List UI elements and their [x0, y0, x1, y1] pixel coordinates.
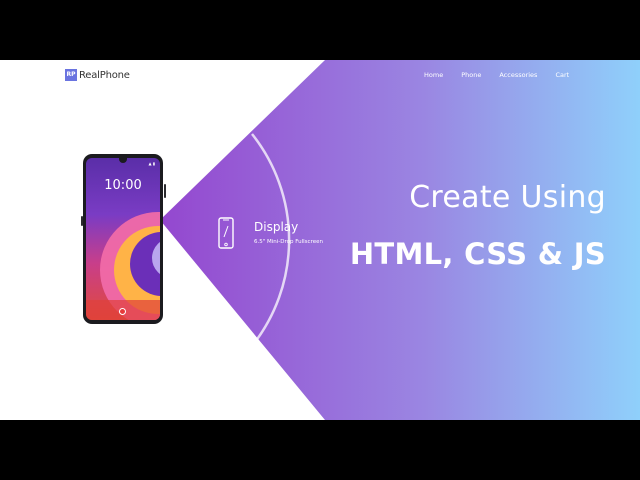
fingerprint-icon	[119, 308, 126, 315]
letterbox-top	[0, 0, 640, 60]
phone-outline-icon	[218, 217, 234, 249]
phone-side-button	[81, 216, 83, 226]
brand-name: RealPhone	[79, 69, 130, 81]
headline-line-2: HTML, CSS & JS	[349, 237, 606, 271]
lockscreen-clock: 10:00	[104, 178, 142, 193]
brand-logo[interactable]: RP RealPhone	[65, 69, 130, 81]
hero-section: RP RealPhone Home Phone Accessories Cart…	[0, 60, 640, 420]
phone-screen: ▲ ▮ 10:00	[86, 158, 160, 320]
feature-title: Display	[254, 220, 299, 234]
status-bar: ▲ ▮	[148, 161, 155, 166]
headline: Create Using HTML, CSS & JS	[350, 178, 606, 274]
nav-phone[interactable]: Phone	[461, 71, 481, 79]
navbar: RP RealPhone Home Phone Accessories Cart	[0, 60, 640, 94]
phone-side-button	[164, 184, 166, 198]
logo-mark-icon: RP	[65, 69, 77, 81]
phone-image: ▲ ▮ 10:00	[81, 154, 166, 324]
nav-links: Home Phone Accessories Cart	[424, 71, 587, 79]
letterbox-bottom	[0, 420, 640, 480]
nav-cart[interactable]: Cart	[555, 71, 569, 79]
feature-subtitle: 6.5" Mini-Drop Fullscreen	[254, 239, 323, 245]
headline-line-1: Create Using	[409, 180, 606, 215]
nav-accessories[interactable]: Accessories	[499, 71, 537, 79]
nav-home[interactable]: Home	[424, 71, 443, 79]
